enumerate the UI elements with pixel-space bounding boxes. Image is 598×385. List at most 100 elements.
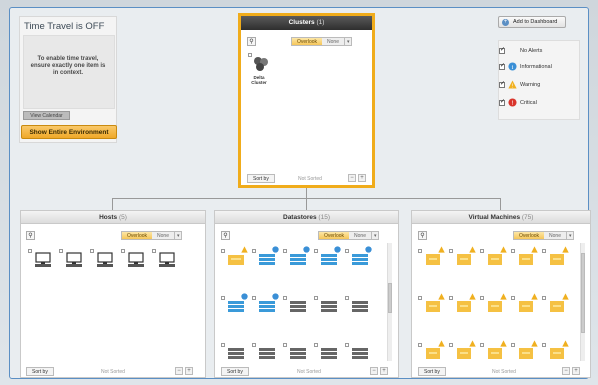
item-checkbox[interactable] <box>345 296 349 300</box>
warning-checkbox[interactable] <box>499 80 505 88</box>
sort-by-button[interactable]: Sort by <box>247 174 275 183</box>
item-checkbox[interactable] <box>511 296 515 300</box>
scrollbar[interactable] <box>580 243 585 361</box>
plus-button[interactable]: + <box>380 367 388 375</box>
warning-icon <box>562 340 569 347</box>
item-checkbox[interactable] <box>152 249 156 253</box>
plus-icon: + <box>502 19 509 26</box>
chevron-down-icon[interactable]: ▾ <box>343 38 352 45</box>
view-toggle[interactable]: Overlook None ▾ <box>291 37 353 46</box>
info-icon <box>272 293 279 300</box>
critical-checkbox[interactable] <box>499 98 505 106</box>
plus-button[interactable]: + <box>185 367 193 375</box>
warning-icon <box>241 246 248 253</box>
datastore-gray-icon <box>259 348 275 359</box>
warning-icon <box>438 340 445 347</box>
item-checkbox[interactable] <box>252 296 256 300</box>
item-checkbox[interactable] <box>542 249 546 253</box>
minus-button[interactable]: − <box>175 367 183 375</box>
view-toggle[interactable]: Overlook None ▾ <box>513 231 575 240</box>
item-checkbox[interactable] <box>314 249 318 253</box>
alert-legend: No Alerts i Informational ! Warning ! Cr… <box>498 40 580 120</box>
informational-checkbox[interactable] <box>499 62 505 70</box>
item-checkbox[interactable] <box>314 343 318 347</box>
item-checkbox[interactable] <box>221 296 225 300</box>
time-travel-message: To enable time travel, ensure exactly on… <box>30 56 106 76</box>
item-checkbox[interactable] <box>449 296 453 300</box>
sort-by-button[interactable]: Sort by <box>418 367 446 376</box>
plus-button[interactable]: + <box>358 174 366 182</box>
chevron-down-icon[interactable]: ▾ <box>370 232 379 239</box>
item-checkbox[interactable] <box>449 249 453 253</box>
show-entire-environment-button[interactable]: Show Entire Environment <box>21 125 117 139</box>
toggle-none[interactable]: None <box>322 38 344 45</box>
sort-by-button[interactable]: Sort by <box>221 367 249 376</box>
view-toggle[interactable]: Overlook None ▾ <box>121 231 183 240</box>
legend-no-alerts[interactable]: No Alerts <box>499 46 542 55</box>
item-checkbox[interactable] <box>511 249 515 253</box>
vm-icon <box>488 301 502 312</box>
search-icon[interactable]: ⚲ <box>418 231 427 240</box>
vm-icon <box>519 348 533 359</box>
item-checkbox[interactable] <box>59 249 63 253</box>
legend-critical[interactable]: ! Critical <box>499 98 537 107</box>
legend-informational[interactable]: i Informational <box>499 62 552 71</box>
scrollbar-thumb[interactable] <box>388 283 392 313</box>
plus-button[interactable]: + <box>572 367 580 375</box>
item-checkbox[interactable] <box>283 296 287 300</box>
minus-button[interactable]: − <box>348 174 356 182</box>
toggle-overlook[interactable]: Overlook <box>292 38 323 45</box>
item-checkbox[interactable] <box>418 296 422 300</box>
item-checkbox[interactable] <box>221 343 225 347</box>
chevron-down-icon[interactable]: ▾ <box>565 232 574 239</box>
toggle-none[interactable]: None <box>349 232 371 239</box>
item-checkbox[interactable] <box>542 296 546 300</box>
sort-by-button[interactable]: Sort by <box>26 367 54 376</box>
legend-warning[interactable]: ! Warning <box>499 80 540 89</box>
item-checkbox[interactable] <box>252 249 256 253</box>
svg-text:!: ! <box>512 84 514 89</box>
item-checkbox[interactable] <box>28 249 32 253</box>
toggle-none[interactable]: None <box>544 232 566 239</box>
item-checkbox[interactable] <box>283 343 287 347</box>
datastore-blue-icon <box>321 254 337 265</box>
virtual-machines-panel: Virtual Machines (75) ⚲ Overlook None ▾ … <box>411 210 591 378</box>
view-calendar-button[interactable]: View Calendar <box>23 111 70 120</box>
minus-button[interactable]: − <box>370 367 378 375</box>
item-checkbox[interactable] <box>511 343 515 347</box>
search-icon[interactable]: ⚲ <box>247 37 256 46</box>
vm-icon <box>457 254 471 265</box>
item-checkbox[interactable] <box>90 249 94 253</box>
item-checkbox[interactable] <box>480 296 484 300</box>
scrollbar[interactable] <box>387 243 392 361</box>
item-checkbox[interactable] <box>345 249 349 253</box>
item-checkbox[interactable] <box>121 249 125 253</box>
warning-icon <box>500 340 507 347</box>
scrollbar-thumb[interactable] <box>581 253 585 333</box>
toggle-overlook[interactable]: Overlook <box>122 232 153 239</box>
no-alerts-checkbox[interactable] <box>499 46 505 54</box>
datastore-yellow-icon <box>228 255 244 265</box>
item-checkbox[interactable] <box>283 249 287 253</box>
chevron-down-icon[interactable]: ▾ <box>173 232 182 239</box>
info-icon <box>365 246 372 253</box>
item-checkbox[interactable] <box>418 343 422 347</box>
item-checkbox[interactable] <box>418 249 422 253</box>
item-checkbox[interactable] <box>480 343 484 347</box>
view-toggle[interactable]: Overlook None ▾ <box>318 231 380 240</box>
search-icon[interactable]: ⚲ <box>26 231 35 240</box>
item-checkbox[interactable] <box>449 343 453 347</box>
add-to-dashboard-button[interactable]: + Add to Dashboard <box>498 16 566 28</box>
cluster-name: Delta Cluster <box>251 75 267 85</box>
search-icon[interactable]: ⚲ <box>221 231 230 240</box>
minus-button[interactable]: − <box>562 367 570 375</box>
item-checkbox[interactable] <box>542 343 546 347</box>
item-checkbox[interactable] <box>480 249 484 253</box>
item-checkbox[interactable] <box>252 343 256 347</box>
toggle-overlook[interactable]: Overlook <box>514 232 545 239</box>
item-checkbox[interactable] <box>314 296 318 300</box>
item-checkbox[interactable] <box>221 249 225 253</box>
toggle-none[interactable]: None <box>152 232 174 239</box>
item-checkbox[interactable] <box>345 343 349 347</box>
toggle-overlook[interactable]: Overlook <box>319 232 350 239</box>
